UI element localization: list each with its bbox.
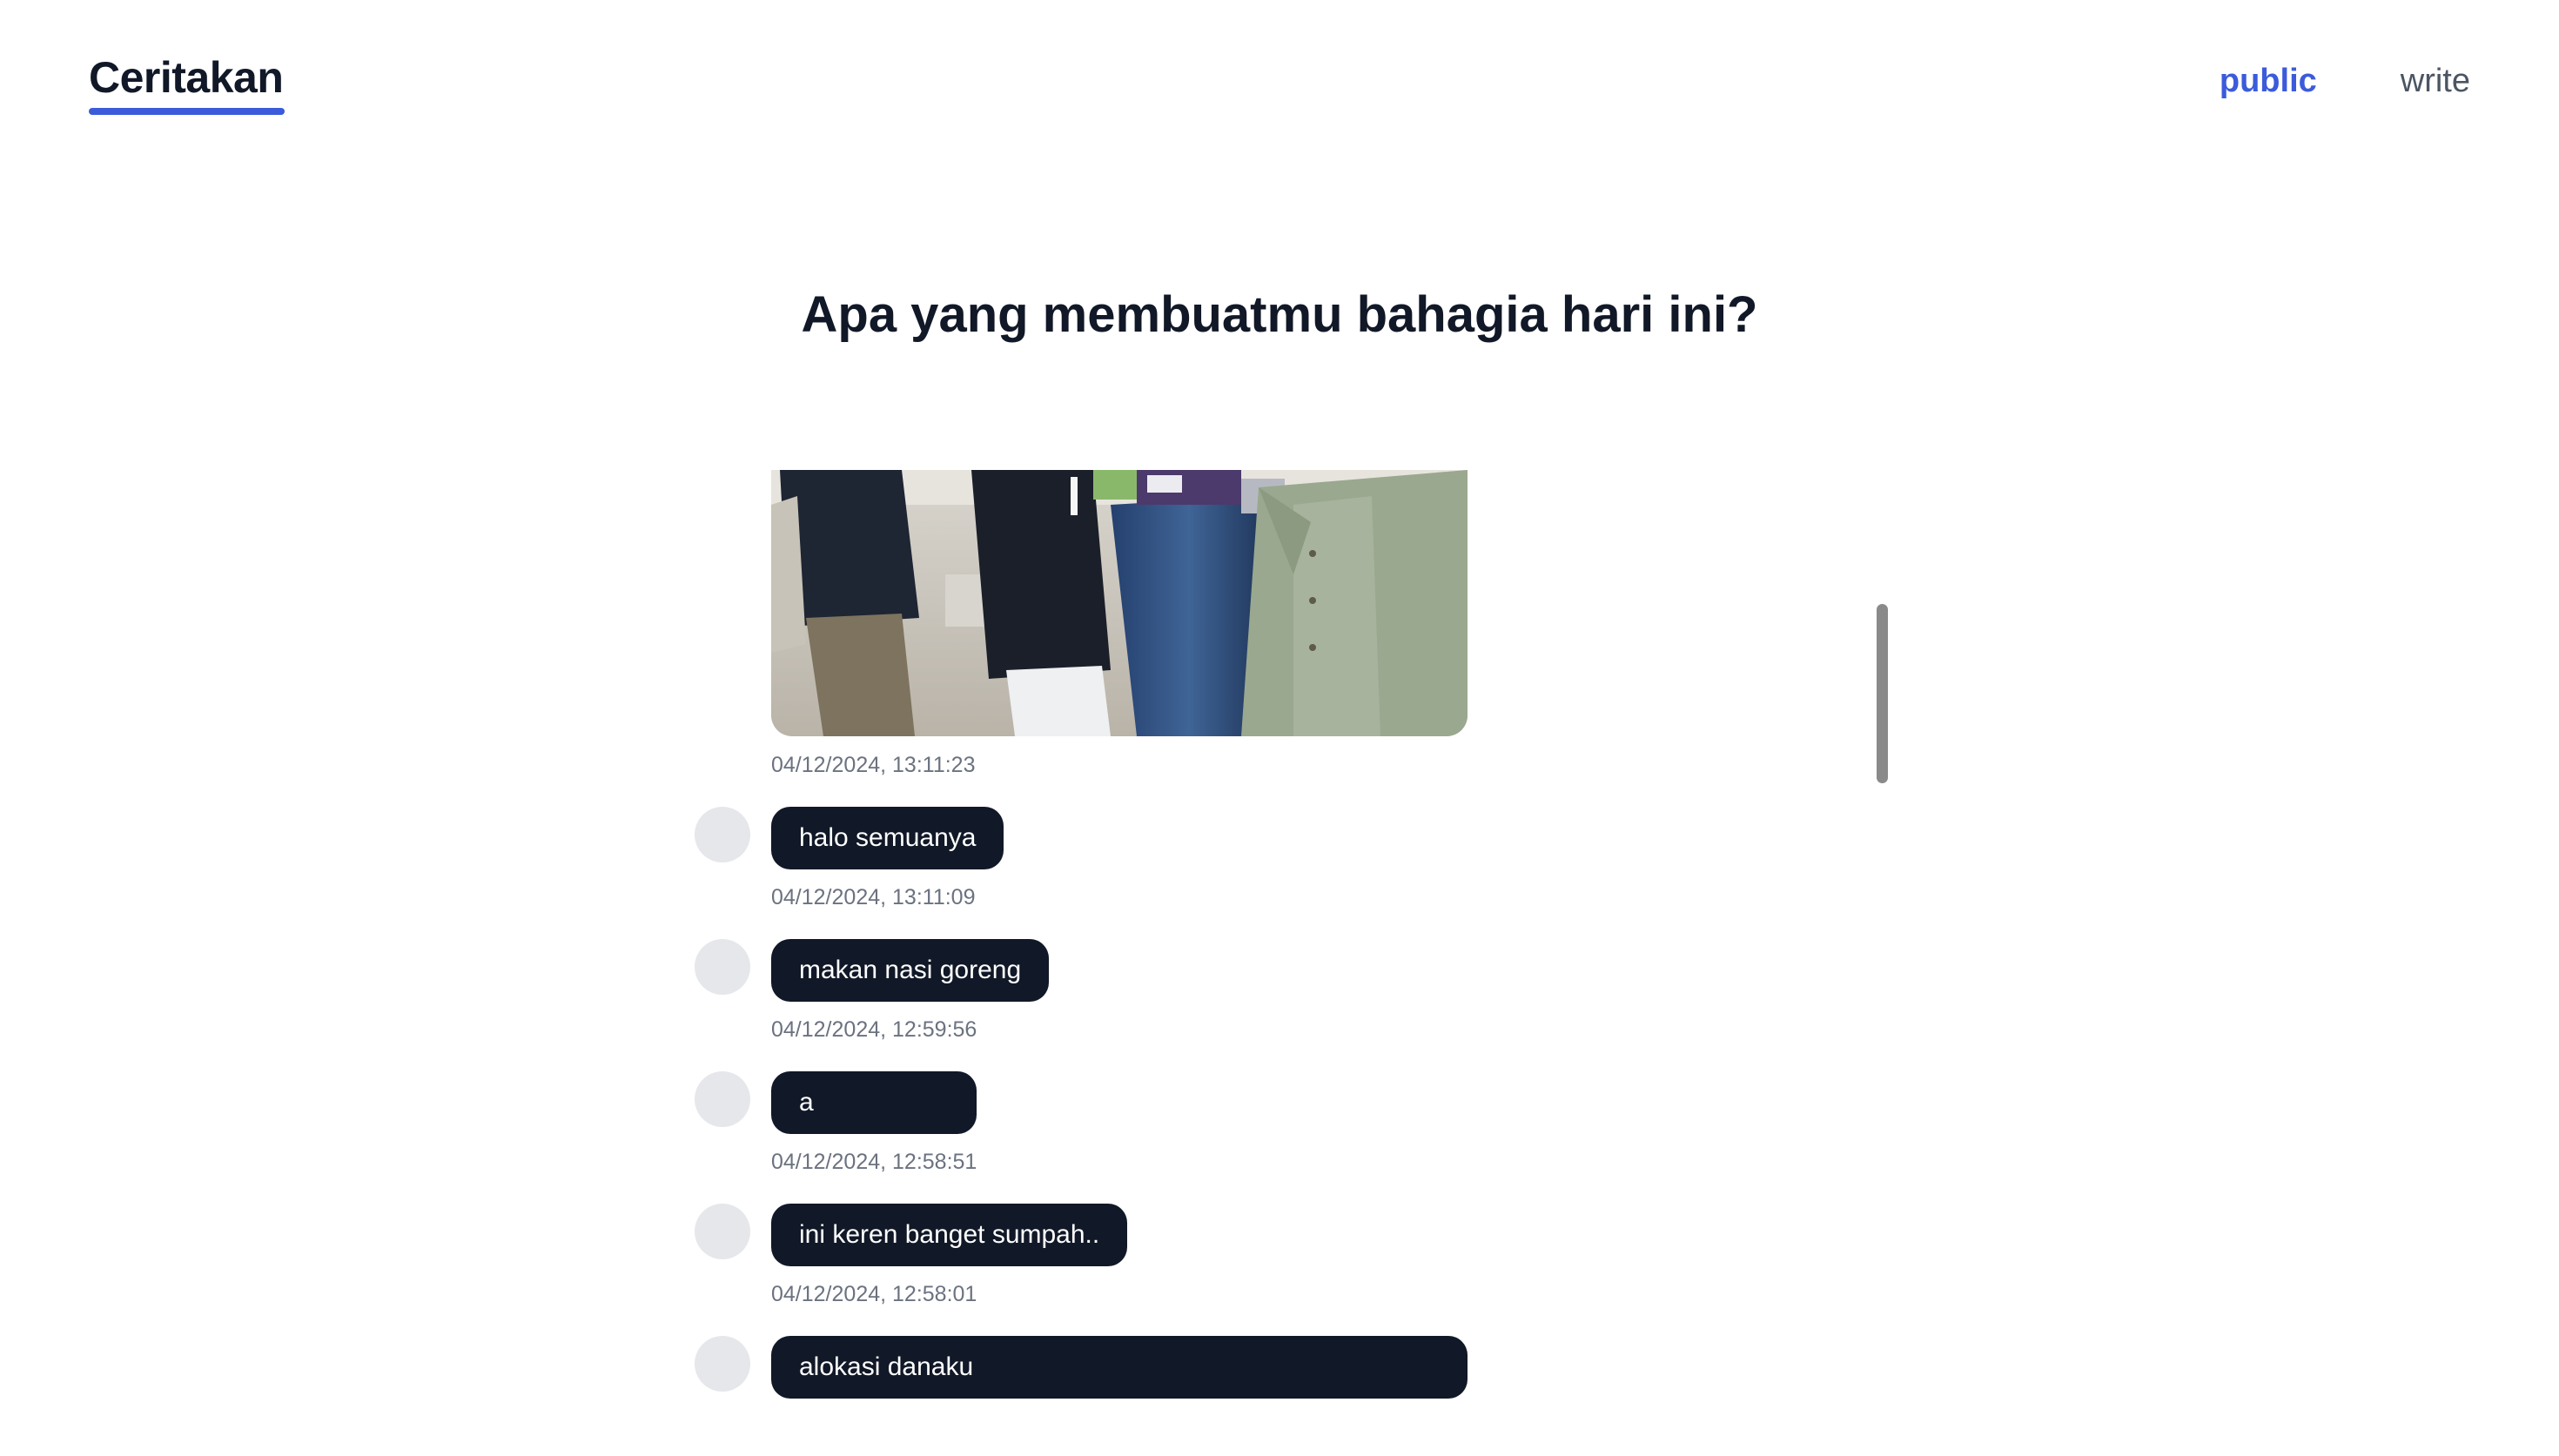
main-nav: public write: [2220, 63, 2470, 100]
page: Ceritakan public write Apa yang membuatm…: [0, 0, 2559, 1456]
post-timestamp: 04/12/2024, 12:59:56: [771, 1017, 977, 1042]
brand-logo[interactable]: Ceritakan: [89, 52, 284, 103]
post-timestamp: 04/12/2024, 13:11:09: [771, 885, 976, 909]
brand-underline: [89, 108, 285, 115]
post-timestamp: 04/12/2024, 12:58:01: [771, 1282, 977, 1306]
post-photo[interactable]: [771, 470, 1468, 736]
headline-text-after: hari ini?: [1547, 286, 1758, 343]
message-bubble: alokasi danaku: [771, 1336, 1468, 1399]
photo-timestamp: 04/12/2024, 13:11:23: [771, 753, 976, 777]
nav-link-write[interactable]: write: [2401, 63, 2470, 100]
message-bubble: ini keren banget sumpah..: [771, 1204, 1128, 1266]
feed-scrollbar[interactable]: [1877, 604, 1888, 783]
avatar: [695, 1336, 750, 1392]
avatar: [695, 807, 750, 862]
headline-emphasis: bahagia: [1356, 286, 1548, 343]
post-timestamp: 04/12/2024, 12:58:51: [771, 1150, 977, 1174]
avatar: [695, 1204, 750, 1259]
avatar: [695, 939, 750, 995]
nav-link-public[interactable]: public: [2220, 63, 2317, 100]
photo-image: [771, 470, 1468, 736]
message-bubble: makan nasi goreng: [771, 939, 1050, 1002]
message-bubble: a: [771, 1071, 977, 1134]
headline-text-before: Apa yang membuatmu: [801, 286, 1357, 343]
avatar: [695, 1071, 750, 1127]
page-headline: Apa yang membuatmu bahagia hari ini?: [0, 285, 2559, 344]
message-bubble: halo semuanya: [771, 807, 1004, 869]
